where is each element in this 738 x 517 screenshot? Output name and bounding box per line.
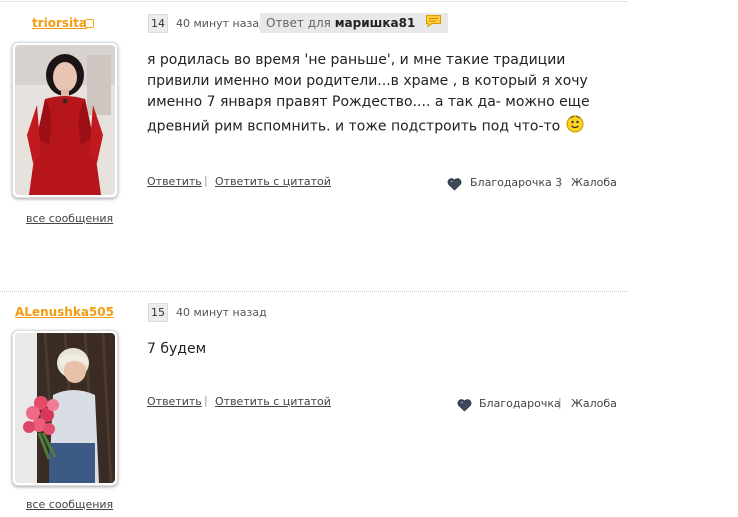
action-separator: | [558,175,562,188]
top-divider [0,1,627,2]
action-separator: | [558,396,562,409]
thanks-button[interactable]: Благодарочка [479,397,561,410]
complaint-link[interactable]: Жалоба [571,397,617,410]
quote-reply-link[interactable]: Ответить с цитатой [215,175,331,188]
reply-to-user[interactable]: маришка81 [335,16,416,30]
reply-to-badge[interactable]: Ответ для маришка81 [260,13,449,34]
quote-reply-link[interactable]: Ответить с цитатой [215,395,331,408]
thanks-button[interactable]: Благодарочка 3 [470,176,562,189]
username-link[interactable]: ALenushka505 [15,305,114,319]
post-text: 7 будем [147,339,617,360]
avatar-image [15,45,115,195]
action-separator: | [204,394,208,407]
post-number-badge: 14 [148,14,168,33]
all-messages-link[interactable]: все сообщения [26,212,113,225]
post-timestamp: 40 минут назад [176,17,267,30]
complaint-link[interactable]: Жалоба [571,176,617,189]
avatar-image [15,333,115,483]
username-link[interactable]: triorsita [32,16,87,30]
speech-bubble-icon [425,14,442,34]
reply-link[interactable]: Ответить [147,175,202,188]
heart-icon[interactable] [457,397,472,416]
online-status-icon [85,19,94,28]
smiley-icon [565,113,585,140]
post-number-badge: 15 [148,303,168,322]
reply-link[interactable]: Ответить [147,395,202,408]
post-timestamp: 40 минут назад [176,306,267,319]
post-text-content: я родилась во время 'не раньше', и мне т… [147,52,590,135]
reply-to-prefix: Ответ для [266,16,331,30]
post-text-content: 7 будем [147,341,207,357]
post-text: я родилась во время 'не раньше', и мне т… [147,50,617,140]
all-messages-link[interactable]: все сообщения [26,498,113,511]
avatar[interactable] [12,42,118,198]
action-separator: | [204,174,208,187]
heart-icon[interactable] [447,176,462,195]
post-divider [0,291,627,292]
avatar[interactable] [12,330,118,486]
